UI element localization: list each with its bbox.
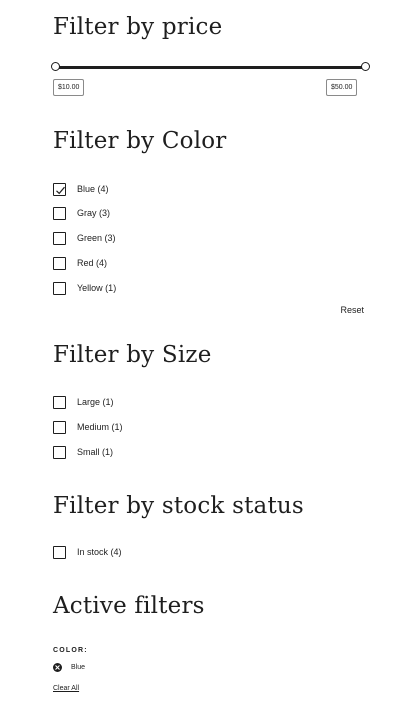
min-price-input[interactable]: $10.00 <box>53 79 85 96</box>
size-filter-heading: Filter by Size <box>53 342 212 368</box>
active-filters-heading: Active filters <box>53 593 205 619</box>
reset-color-filter-button[interactable]: Reset <box>340 305 364 315</box>
option-label: Yellow (1) <box>77 283 117 293</box>
stock-filter-heading: Filter by stock status <box>53 493 304 519</box>
option-label: Green (3) <box>77 233 116 243</box>
option-label: Red (4) <box>77 258 108 268</box>
option-label: In stock (4) <box>77 547 122 557</box>
color-option-green[interactable]: Green (3) <box>53 231 116 245</box>
checkbox[interactable] <box>53 206 66 220</box>
checkbox[interactable] <box>53 231 66 245</box>
checkbox[interactable] <box>53 445 66 459</box>
option-label: Large (1) <box>77 397 114 407</box>
clear-all-link[interactable]: Clear All <box>53 685 79 692</box>
max-price-input[interactable]: $50.00 <box>326 79 358 96</box>
price-slider-max-handle[interactable] <box>361 62 370 71</box>
active-filter-chip-blue[interactable]: Blue <box>53 663 85 672</box>
checkmark-icon <box>56 186 65 194</box>
size-option-medium[interactable]: Medium (1) <box>53 420 123 434</box>
checkbox[interactable] <box>53 395 66 409</box>
option-label: Medium (1) <box>77 422 123 432</box>
size-option-large[interactable]: Large (1) <box>53 395 114 409</box>
stock-option-in-stock[interactable]: In stock (4) <box>53 545 122 559</box>
color-option-yellow[interactable]: Yellow (1) <box>53 281 116 295</box>
price-filter-heading: Filter by price <box>53 14 223 40</box>
active-filter-label: Blue <box>71 664 86 671</box>
color-option-gray[interactable]: Gray (3) <box>53 206 110 220</box>
checkbox[interactable] <box>53 256 66 270</box>
checkbox-checked[interactable] <box>53 182 66 196</box>
price-slider-track[interactable] <box>57 66 365 69</box>
option-label: Blue (4) <box>77 184 109 194</box>
option-label: Gray (3) <box>77 208 111 218</box>
checkbox[interactable] <box>53 545 66 559</box>
checkbox[interactable] <box>53 420 66 434</box>
option-label: Small (1) <box>77 447 114 457</box>
size-option-small[interactable]: Small (1) <box>53 445 113 459</box>
price-slider-min-handle[interactable] <box>51 62 60 71</box>
remove-circle-icon[interactable] <box>53 663 62 672</box>
color-filter-heading: Filter by Color <box>53 128 227 154</box>
checkbox[interactable] <box>53 281 66 295</box>
active-filter-category: COLOR: <box>53 647 88 654</box>
color-option-red[interactable]: Red (4) <box>53 256 107 270</box>
color-option-blue[interactable]: Blue (4) <box>53 182 109 196</box>
